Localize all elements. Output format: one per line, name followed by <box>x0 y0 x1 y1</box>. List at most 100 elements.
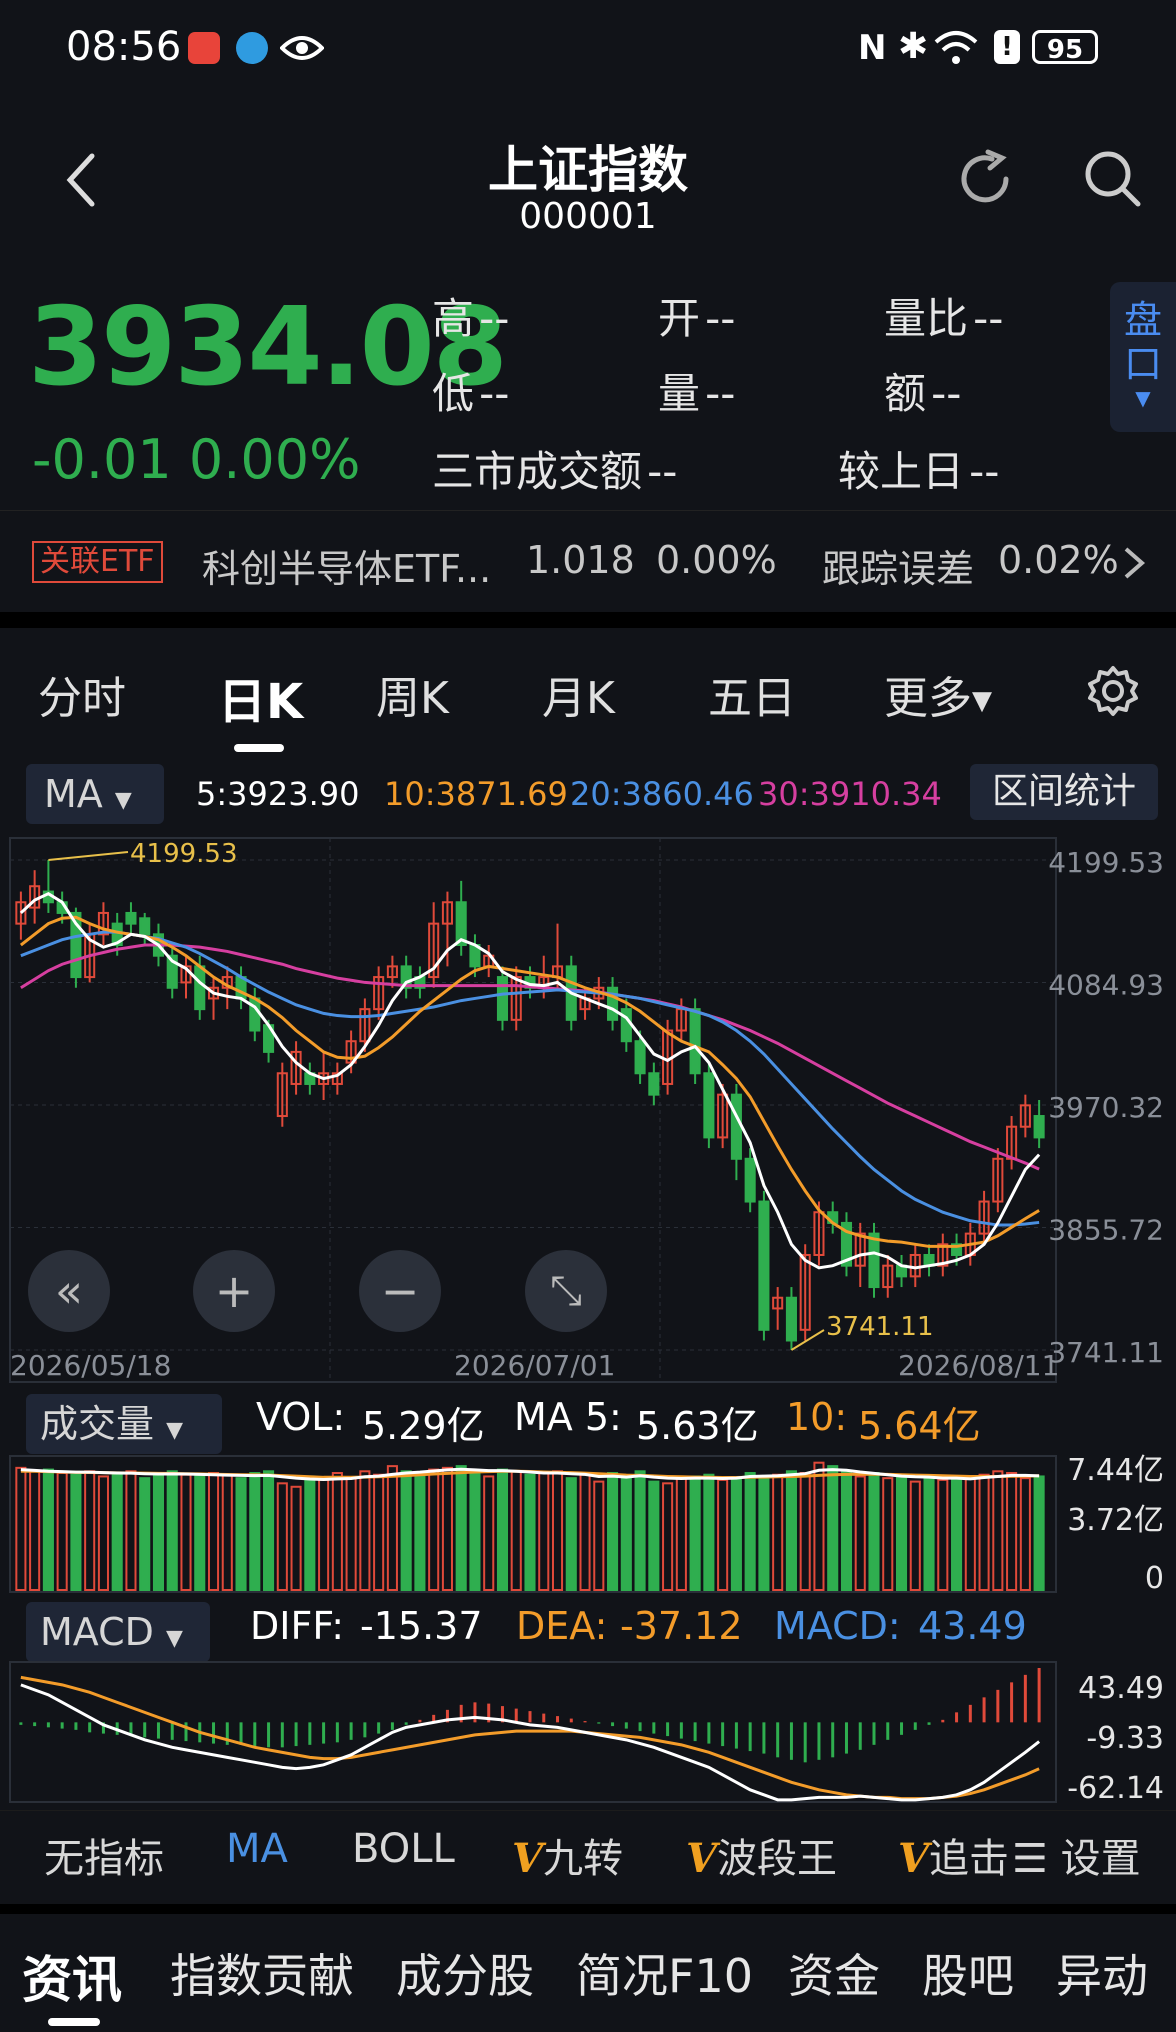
expand-icon[interactable]: ⤡ <box>525 1250 607 1332</box>
tab-more-label: 更多 <box>884 673 972 724</box>
diff-line <box>20 1683 1041 1802</box>
quote-open: 开 -- <box>658 285 735 346</box>
tab-intraday[interactable]: 分时 <box>38 662 126 726</box>
quote-low: 低 -- <box>432 360 509 421</box>
tab-more[interactable]: 更多▼ <box>884 662 992 726</box>
divider <box>0 612 1176 628</box>
quote-value: -- <box>705 294 736 343</box>
status-bar: 08:56 N ✱ ! 95 <box>0 0 1176 100</box>
high-annotation: 4199.53 <box>130 839 238 869</box>
eye-icon <box>280 36 324 60</box>
volume-bar <box>42 1468 54 1591</box>
battery-icon: 95 <box>1032 30 1098 65</box>
tab-monthly-k[interactable]: 月K <box>542 662 615 726</box>
volume-bar <box>854 1475 866 1591</box>
volume-bar <box>400 1470 412 1592</box>
volume-bar <box>772 1473 784 1591</box>
wifi-icon <box>934 31 978 64</box>
sliders-icon: ☰ <box>1012 1836 1048 1882</box>
ma-selector-label: MA <box>44 772 103 816</box>
range-stats-button[interactable]: 区间统计 <box>970 764 1158 820</box>
v-badge-icon: V <box>898 1835 930 1882</box>
market-volume-label: 三市成交额 <box>432 447 643 496</box>
indicator-tab-ma[interactable]: MA <box>226 1826 288 1872</box>
market-volume-value: -- <box>647 447 678 496</box>
volume-bar <box>318 1478 330 1592</box>
scroll-left-button[interactable]: « <box>28 1250 110 1332</box>
indicator-tab-boduanwang[interactable]: V波段王 <box>686 1826 837 1884</box>
gear-icon[interactable] <box>1086 664 1140 718</box>
y-tick-label: 3855.72 <box>1048 1214 1164 1247</box>
ma-selector[interactable]: MA ▼ <box>26 764 164 824</box>
volume-bar <box>937 1478 949 1592</box>
diff-value: -15.37 <box>360 1604 483 1648</box>
volume-selector[interactable]: 成交量 ▼ <box>26 1394 222 1454</box>
indicator-settings-button[interactable]: ☰ 设置 <box>1008 1826 1141 1884</box>
volume-bar <box>125 1470 137 1592</box>
active-news-tab-indicator <box>48 2018 100 2026</box>
volume-bar <box>758 1475 770 1591</box>
vol-label: VOL: <box>256 1395 346 1439</box>
divider <box>0 1904 1176 1914</box>
indicator-label: 九转 <box>543 1836 624 1882</box>
v-badge-icon: V <box>686 1835 718 1882</box>
candle-body <box>1033 1115 1045 1139</box>
tracking-error-value: 0.02% <box>998 538 1119 582</box>
macd-selector[interactable]: MACD ▼ <box>26 1602 210 1662</box>
volume-bar <box>304 1475 316 1591</box>
zoom-out-button[interactable]: − <box>359 1250 441 1332</box>
caret-down-icon: ▼ <box>166 1418 184 1443</box>
refresh-icon[interactable] <box>952 146 1018 212</box>
indicator-tab-jiuzhuan[interactable]: V九转 <box>512 1826 623 1884</box>
news-tab-movements[interactable]: 异动 <box>1056 1940 1148 2006</box>
y-tick-label: -9.33 <box>1086 1721 1164 1756</box>
y-tick-label: 7.44亿 <box>1067 1454 1164 1488</box>
vol-ma10-value: 5.64亿 <box>858 1404 981 1448</box>
volume-bar <box>510 1470 522 1592</box>
x-tick-label: 2026/05/18 <box>10 1349 171 1382</box>
indicator-tab-zhuiji[interactable]: V追击 <box>898 1826 1008 1884</box>
y-tick-label: 3970.32 <box>1048 1091 1164 1124</box>
indicator-tab-none[interactable]: 无指标 <box>44 1826 164 1884</box>
news-tab-constituents[interactable]: 成分股 <box>396 1940 534 2006</box>
volume-bar <box>194 1475 206 1591</box>
tab-daily-k[interactable]: 日K <box>218 662 303 732</box>
quote-value: -- <box>705 369 736 418</box>
volume-bar <box>689 1475 701 1591</box>
indicator-tab-boll[interactable]: BOLL <box>352 1826 455 1872</box>
zoom-in-button[interactable]: + <box>193 1250 275 1332</box>
search-icon[interactable] <box>1080 146 1146 212</box>
nfc-icon: N <box>858 28 887 68</box>
volume-bar <box>345 1477 357 1591</box>
vol-ma5-value: 5.63亿 <box>636 1404 759 1448</box>
candle-body <box>703 1072 715 1139</box>
vs-prev-day: 较上日 -- <box>838 438 999 499</box>
pankou-button[interactable]: 盘口 ▼ <box>1110 282 1176 432</box>
volume-bar <box>441 1466 453 1591</box>
news-tab-forum[interactable]: 股吧 <box>922 1940 1014 2006</box>
volume-bar <box>97 1475 109 1591</box>
macd-chart[interactable]: 43.49 -9.33 -62.14 <box>0 1660 1176 1805</box>
news-tab-funds[interactable]: 资金 <box>788 1940 880 2006</box>
quote-value: -- <box>973 294 1004 343</box>
volume-bar <box>662 1482 674 1591</box>
ma30-value: 30:3910.34 <box>758 775 942 813</box>
tab-five-day[interactable]: 五日 <box>708 662 796 726</box>
x-tick-label: 2026/07/01 <box>454 1349 615 1382</box>
app-notification-icon <box>188 32 220 64</box>
volume-bar <box>799 1472 811 1592</box>
volume-bar <box>29 1470 41 1592</box>
quote-label: 量比 <box>884 294 969 343</box>
tab-weekly-k[interactable]: 周K <box>376 662 449 726</box>
quote-value: -- <box>931 369 962 418</box>
volume-chart[interactable]: 7.44亿 3.72亿 0 <box>0 1454 1176 1594</box>
chevron-right-icon[interactable] <box>1122 545 1146 581</box>
news-tab-info[interactable]: 资讯 <box>22 1940 122 2012</box>
x-tick-label: 2026/08/11 <box>898 1349 1059 1382</box>
volume-bar <box>1019 1477 1031 1591</box>
news-tab-contribution[interactable]: 指数贡献 <box>170 1940 354 2006</box>
news-tab-f10[interactable]: 简况F10 <box>576 1940 753 2006</box>
ma5-line <box>19 891 1041 1270</box>
volume-bar <box>593 1480 605 1592</box>
volume-bar <box>524 1473 536 1591</box>
